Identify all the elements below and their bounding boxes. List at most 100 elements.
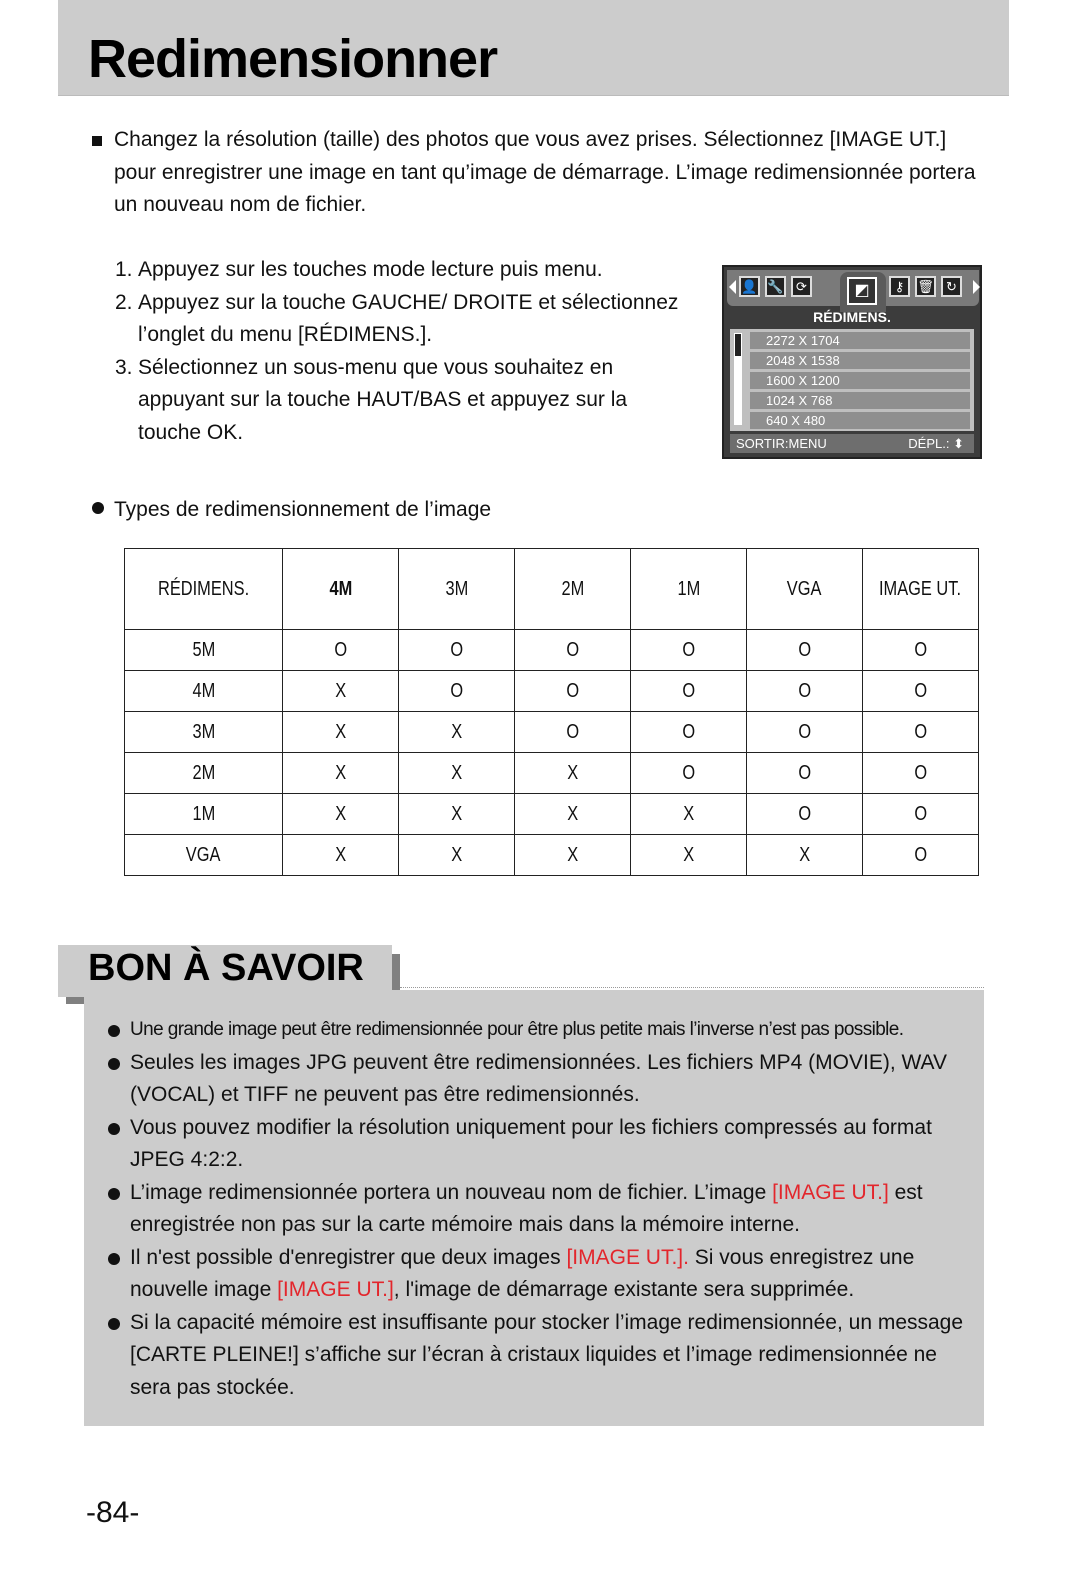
table-header-cell: 1M — [630, 548, 747, 630]
step-item: 3. Sélectionnez un sous-menu que vous sou… — [115, 352, 658, 450]
table-row: 1M X X X X O O — [124, 793, 979, 835]
table-header-cell: VGA — [746, 548, 863, 630]
tip-item: Il n'est possible d'enregistrer que deux… — [104, 1242, 974, 1307]
highlight-text: [IMAGE UT.] — [772, 1180, 889, 1204]
table-row: 2M X X X O O O — [124, 752, 979, 794]
tip-text: Une grande image peut être redimensionné… — [130, 1019, 904, 1040]
camera-option: 1024 X 768 — [750, 392, 970, 409]
right-arrow-icon — [973, 280, 980, 294]
camera-option: 2048 X 1538 — [750, 352, 970, 369]
table-cell: O — [862, 711, 979, 753]
table-cell: O — [514, 629, 631, 671]
table-row: VGA X X X X X O — [124, 834, 979, 876]
rotate-icon: ⟳ — [791, 276, 812, 297]
camera-menu-header: RÉDIMENS. — [813, 309, 891, 325]
scrollbar — [734, 333, 742, 425]
bullet-icon — [108, 1187, 120, 1200]
step-number: 1. — [115, 258, 133, 281]
step-text: Sélectionnez un sous-menu que vous souha… — [138, 355, 628, 444]
steps-list: 1. Appuyez sur les touches mode lecture p… — [115, 254, 705, 449]
table-header-cell: 4M — [282, 548, 399, 630]
row-label-cell: 3M — [124, 711, 283, 753]
camera-option: 2272 X 1704 — [750, 332, 970, 349]
table-cell: O — [630, 629, 747, 671]
tip-item: Si la capacité mémoire est insuffisante … — [104, 1307, 974, 1405]
table-cell: O — [746, 629, 863, 671]
tip-item: Seules les images JPG peuvent être redim… — [104, 1047, 974, 1112]
table-cell: X — [282, 711, 399, 753]
table-cell: O — [630, 752, 747, 794]
table-cell: X — [630, 834, 747, 876]
step-number: 2. — [115, 290, 133, 314]
table-cell: X — [282, 670, 399, 712]
row-label-cell: 1M — [124, 793, 283, 835]
camera-option: 640 X 480 — [750, 412, 970, 429]
camera-option-list: 2272 X 1704 2048 X 1538 1600 X 1200 1024… — [730, 329, 974, 431]
tip-text: L’image redimensionnée portera un nouvea… — [130, 1180, 773, 1204]
types-heading: Types de redimensionnement de l’image — [92, 498, 491, 522]
tip-text: , l'image de démarrage existante sera su… — [393, 1278, 855, 1301]
square-bullet-icon — [92, 136, 102, 146]
tip-item: Vous pouvez modifier la résolution uniqu… — [104, 1112, 974, 1177]
table-cell: O — [862, 834, 979, 876]
tips-list: Une grande image peut être redimensionné… — [104, 1014, 974, 1404]
highlight-text: [IMAGE UT.]. — [566, 1245, 689, 1269]
table-cell: X — [282, 752, 399, 794]
table-cell: O — [630, 711, 747, 753]
tip-text: Si la capacité mémoire est insuffisante … — [130, 1310, 964, 1399]
table-cell: X — [398, 793, 515, 835]
footer-exit-hint: SORTIR:MENU — [736, 436, 827, 451]
table-cell: X — [630, 793, 747, 835]
footer-move-hint: DÉPL.: ⬍ — [908, 436, 964, 451]
step-item: 1. Appuyez sur les touches mode lecture p… — [115, 254, 705, 287]
table-cell: O — [514, 711, 631, 753]
step-text: Appuyez sur les touches mode lecture pui… — [138, 258, 603, 281]
divider — [400, 987, 984, 988]
step-text: Appuyez sur la touche GAUCHE/ DROITE et … — [138, 290, 679, 347]
table-cell: X — [398, 711, 515, 753]
bullet-icon — [108, 1025, 120, 1037]
delete-icon: 🗑 — [915, 276, 936, 297]
table-cell: O — [746, 793, 863, 835]
table-header-cell: 3M — [398, 548, 515, 630]
table-cell: O — [862, 629, 979, 671]
types-label: Types de redimensionnement de l’image — [114, 498, 492, 521]
table-header-cell: RÉDIMENS. — [124, 548, 283, 630]
table-cell: O — [398, 629, 515, 671]
table-cell: O — [862, 793, 979, 835]
tip-item: Une grande image peut être redimensionné… — [104, 1014, 974, 1047]
camera-option: 1600 X 1200 — [750, 372, 970, 389]
page-title: Redimensionner — [88, 29, 498, 89]
resize-icon: ◩ — [847, 277, 877, 305]
row-label-cell: 2M — [124, 752, 283, 794]
table-cell: X — [514, 834, 631, 876]
table-cell: X — [282, 834, 399, 876]
table-cell: X — [282, 793, 399, 835]
bullet-icon — [92, 502, 104, 515]
table-cell: O — [746, 670, 863, 712]
intro-paragraph: Changez la résolution (taille) des photo… — [92, 124, 992, 222]
table-cell: O — [514, 670, 631, 712]
table-row: 3M X X O O O O — [124, 711, 979, 753]
table-cell: O — [630, 670, 747, 712]
tip-item: L’image redimensionnée portera un nouvea… — [104, 1177, 974, 1242]
table-header-row: RÉDIMENS. 4M 3M 2M 1M VGA IMAGE UT. — [124, 548, 979, 630]
key-icon: ⚷ — [889, 276, 910, 297]
table-cell: O — [862, 670, 979, 712]
left-arrow-icon — [729, 280, 736, 294]
table-row: 4M X O O O O O — [124, 670, 979, 712]
effect-icon: ↻ — [941, 276, 962, 297]
row-label-cell: VGA — [124, 834, 283, 876]
page-number: -84- — [86, 1496, 140, 1529]
person-icon: 👤 — [739, 276, 760, 297]
tip-title: BON À SAVOIR — [88, 947, 364, 989]
table-header-cell: 2M — [514, 548, 631, 630]
tip-text: Il n'est possible d'enregistrer que deux… — [130, 1245, 567, 1269]
table-cell: X — [398, 834, 515, 876]
step-item: 2. Appuyez sur la touche GAUCHE/ DROITE e… — [115, 287, 708, 352]
table-cell: O — [862, 752, 979, 794]
bullet-icon — [108, 1317, 120, 1330]
intro-text: Changez la résolution (taille) des photo… — [114, 128, 976, 216]
tip-text: Vous pouvez modifier la résolution uniqu… — [130, 1115, 932, 1172]
menu-tab-bar: 👤 🔧 ⟳ ◩ ⚷ 🗑 ↻ — [727, 270, 980, 312]
